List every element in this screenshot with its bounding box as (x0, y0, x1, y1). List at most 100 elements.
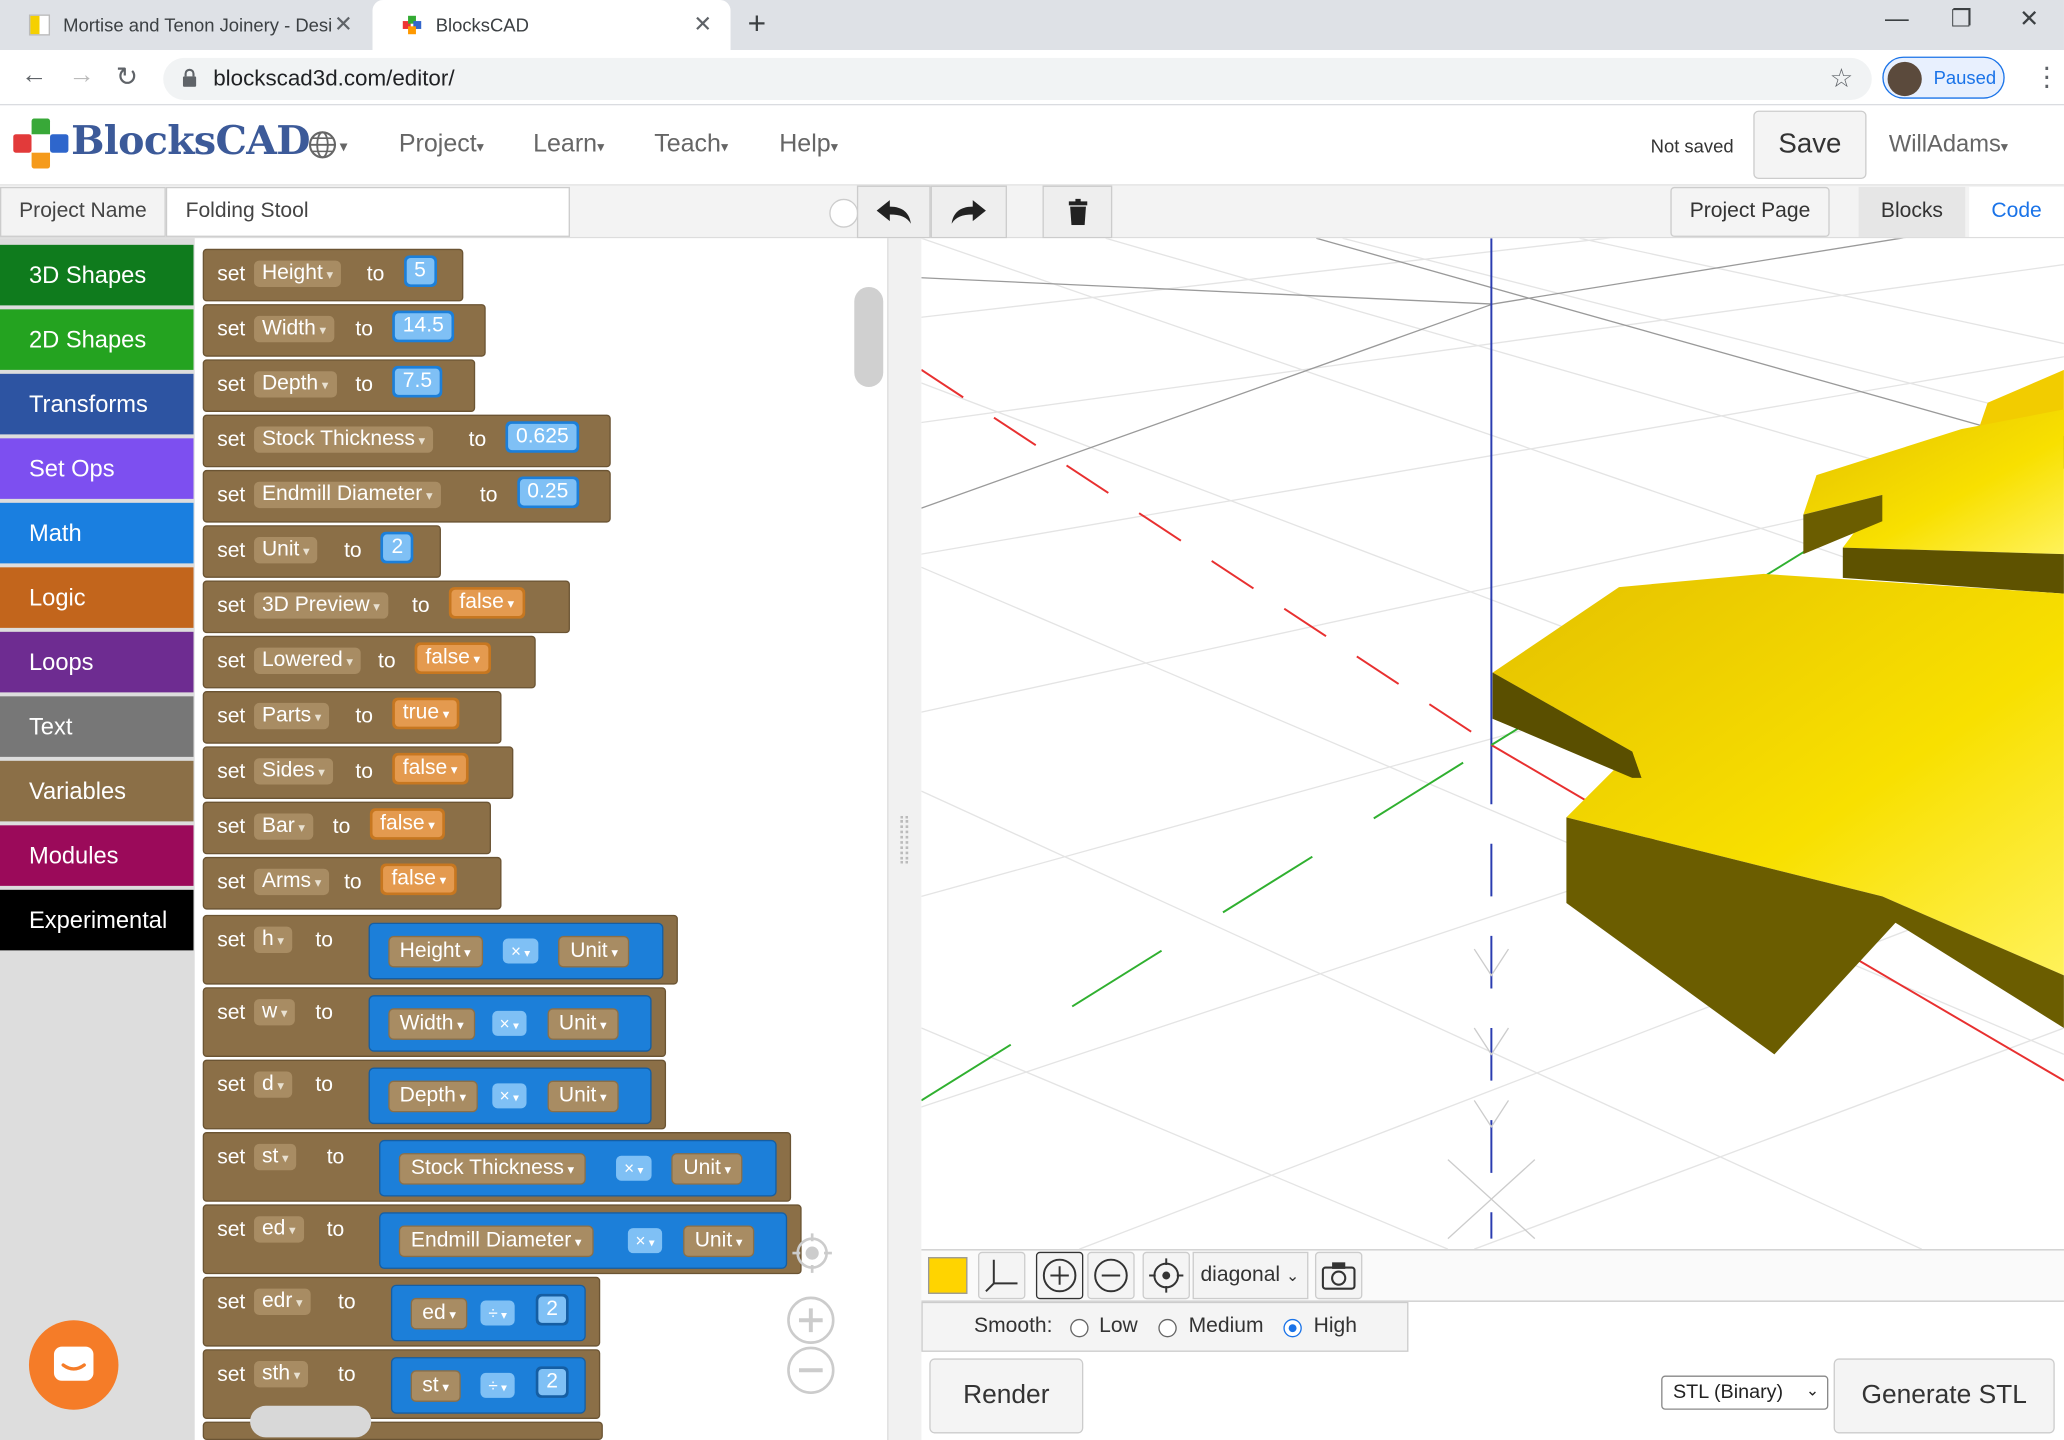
smooth-high-label[interactable]: High (1314, 1315, 1357, 1339)
globe-icon[interactable] (308, 130, 337, 159)
variable-get-block[interactable]: Endmill Diameter (399, 1225, 594, 1258)
variable-get-block[interactable]: Unit (547, 1008, 619, 1040)
variable-dropdown[interactable]: Sides (254, 758, 333, 785)
variable-dropdown[interactable]: Bar (254, 813, 313, 840)
number-value-text[interactable]: 2 (538, 1368, 566, 1396)
number-value[interactable]: 0.625 (505, 421, 580, 453)
viewer-zoom-in-button[interactable] (1035, 1251, 1084, 1300)
blockscad-logo-icon[interactable] (13, 118, 69, 171)
minimize-icon[interactable]: — (1885, 5, 1909, 33)
set-variable-block[interactable]: set 3D Preview tofalse (202, 580, 570, 634)
nav-help[interactable]: Help▾ (779, 130, 838, 159)
workspace-scrollbar[interactable] (854, 286, 884, 387)
arithmetic-block[interactable]: ed ÷ 2 (390, 1284, 586, 1342)
set-variable-block[interactable]: setedto Endmill Diameter × Unit (202, 1204, 802, 1275)
variable-dropdown[interactable]: edr (254, 1288, 311, 1315)
category-modules[interactable]: Modules (0, 825, 194, 886)
boolean-value[interactable]: false (369, 808, 446, 840)
set-variable-block[interactable]: set Sidestofalse (202, 746, 514, 799)
category-set-ops[interactable]: Set Ops (0, 438, 194, 499)
operator-dropdown[interactable]: × (491, 1010, 527, 1036)
operator-dropdown[interactable]: ÷ (480, 1372, 515, 1398)
arithmetic-block[interactable]: Endmill Diameter × Unit (379, 1212, 788, 1269)
smooth-low-label[interactable]: Low (1099, 1315, 1138, 1339)
boolean-value-text[interactable]: false (451, 589, 523, 617)
reload-icon[interactable]: ↻ (116, 61, 138, 94)
category-2d-shapes[interactable]: 2D Shapes (0, 309, 194, 370)
variable-get-block[interactable]: Unit (547, 1080, 619, 1113)
profile-button[interactable]: Paused (1882, 56, 2005, 99)
number-value-text[interactable]: 7.5 (394, 368, 440, 395)
set-variable-block[interactable]: setdto Depth × Unit (202, 1059, 667, 1130)
nav-learn[interactable]: Learn▾ (533, 130, 604, 159)
app-logo-text[interactable]: BlocksCAD (71, 118, 310, 164)
set-variable-block[interactable]: setedr to ed ÷ 2 (202, 1276, 600, 1347)
tab-code[interactable]: Code (1969, 186, 2064, 237)
number-value-text[interactable]: 0.25 (519, 479, 577, 506)
set-variable-block[interactable]: sethto Height × Unit (202, 914, 678, 985)
variable-dropdown[interactable]: Stock Thickness (254, 426, 434, 453)
save-button[interactable]: Save (1753, 110, 1867, 180)
browser-menu-icon[interactable]: ⋮ (2034, 61, 2060, 94)
smooth-high-radio[interactable] (1283, 1318, 1302, 1338)
category-experimental[interactable]: Experimental (0, 889, 194, 951)
user-menu[interactable]: WillAdams▾ (1889, 130, 2008, 158)
project-page-button[interactable]: Project Page (1670, 186, 1830, 237)
close-tab-icon[interactable]: ✕ (693, 12, 712, 38)
project-name-input[interactable]: Folding Stool (165, 186, 570, 237)
arithmetic-block[interactable]: Width × Unit (368, 995, 652, 1052)
category-logic[interactable]: Logic (0, 567, 194, 628)
arithmetic-block[interactable]: st ÷ 2 (390, 1357, 586, 1414)
variable-dropdown[interactable]: Height (254, 260, 342, 287)
undo-button[interactable] (856, 185, 931, 239)
number-value[interactable]: 2 (380, 531, 414, 564)
back-arrow-icon[interactable]: ← (21, 61, 47, 91)
number-value[interactable]: 14.5 (392, 310, 455, 343)
set-variable-block[interactable]: set Widthto 14.5 (202, 304, 487, 357)
variable-get-block[interactable]: st (410, 1370, 461, 1402)
boolean-value-text[interactable]: true (394, 700, 458, 727)
set-variable-block[interactable]: set Bartofalse (202, 801, 491, 855)
number-value-text[interactable]: 5 (406, 257, 434, 285)
boolean-value[interactable]: false (414, 642, 491, 674)
zoom-out-icon[interactable] (786, 1345, 836, 1395)
category-3d-shapes[interactable]: 3D Shapes (0, 244, 194, 306)
variable-dropdown[interactable]: 3D Preview (254, 592, 388, 619)
variable-dropdown[interactable]: Parts (254, 702, 330, 730)
variable-dropdown[interactable]: Endmill Diameter (254, 481, 441, 509)
arithmetic-block[interactable]: Stock Thickness × Unit (379, 1139, 777, 1197)
number-value-text[interactable]: 14.5 (394, 313, 452, 340)
boolean-value[interactable]: false (392, 752, 469, 785)
variable-get-block[interactable]: Unit (558, 935, 630, 968)
color-swatch[interactable] (927, 1257, 968, 1294)
operator-dropdown[interactable]: × (503, 938, 539, 964)
view-select[interactable]: diagonal ⌄ (1192, 1251, 1309, 1300)
variable-get-block[interactable]: Unit (682, 1225, 755, 1258)
browser-tab-active[interactable]: BlocksCAD ✕ (372, 0, 731, 51)
number-value[interactable]: 2 (535, 1293, 569, 1326)
set-variable-block[interactable]: setwto Width × Unit (202, 987, 667, 1057)
set-variable-block[interactable]: set Depthto 7.5 (202, 359, 475, 413)
boolean-value[interactable]: false (380, 863, 457, 896)
smooth-medium-label[interactable]: Medium (1189, 1315, 1264, 1339)
export-format-select[interactable]: STL (Binary) ⌄ (1661, 1375, 1829, 1410)
number-value[interactable]: 5 (403, 255, 437, 287)
render-button[interactable]: Render (929, 1358, 1084, 1434)
tab-blocks[interactable]: Blocks (1858, 186, 1966, 237)
variable-dropdown[interactable]: ed (254, 1216, 304, 1243)
viewer-zoom-out-button[interactable] (1087, 1251, 1135, 1300)
variable-dropdown[interactable]: h (254, 926, 292, 954)
variable-get-block[interactable]: Width (387, 1008, 476, 1040)
variable-dropdown[interactable]: st (254, 1143, 297, 1171)
variable-dropdown[interactable]: Unit (254, 537, 318, 564)
number-value[interactable]: 0.25 (516, 476, 579, 509)
set-variable-block[interactable]: set Armstofalse (202, 856, 503, 910)
chat-launcher[interactable] (28, 1320, 119, 1410)
variable-get-block[interactable]: Unit (671, 1153, 743, 1185)
number-value[interactable]: 2 (535, 1366, 569, 1398)
category-math[interactable]: Math (0, 502, 194, 564)
set-variable-block[interactable]: set Unit to 2 (202, 525, 441, 578)
boolean-value[interactable]: false (448, 587, 525, 619)
redo-button[interactable] (930, 185, 1007, 239)
3d-viewport[interactable] (921, 238, 2064, 1250)
